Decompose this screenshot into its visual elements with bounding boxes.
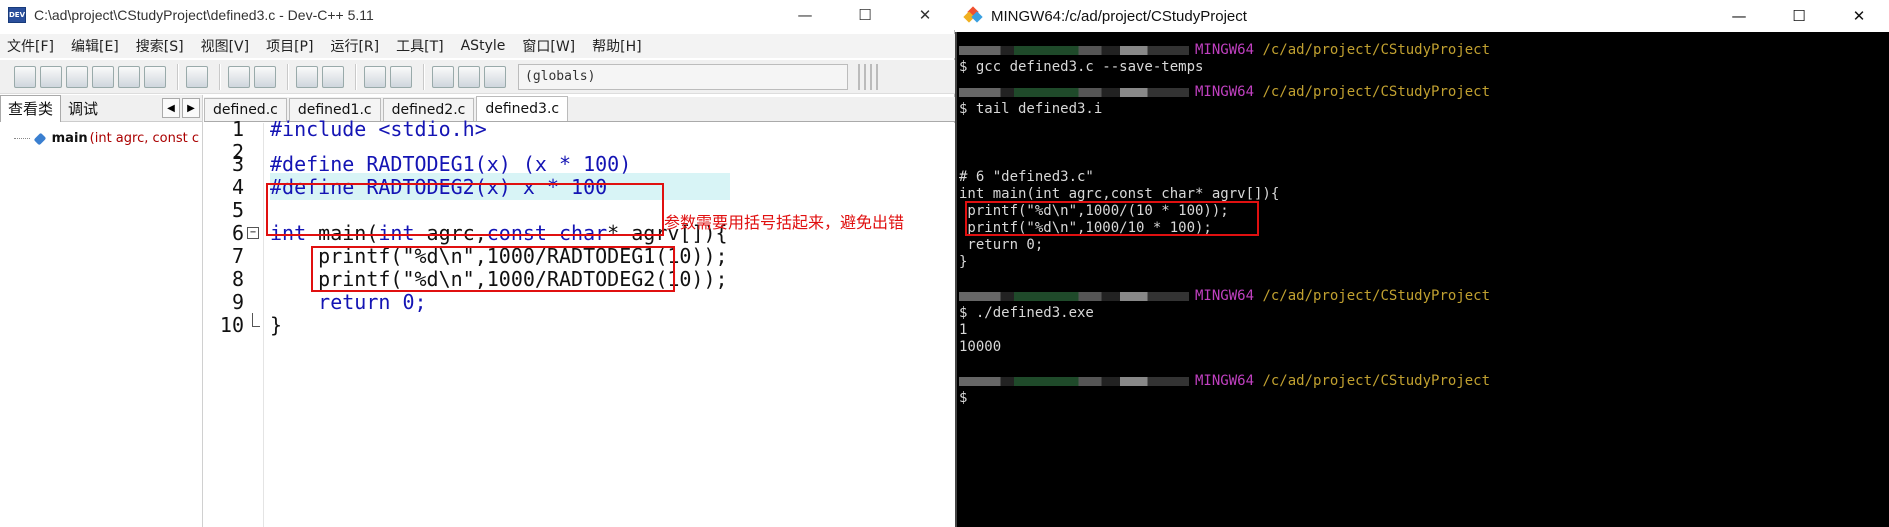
line-number: 6 [231,220,244,245]
menu-search[interactable]: 搜索[S] [136,36,184,56]
tab-class-view[interactable]: 查看类 [0,94,62,122]
save-icon[interactable] [66,65,88,88]
define-highlight-box [266,183,664,236]
line-number: 3 [231,151,244,176]
line-number: 10 [219,312,244,337]
open-file-icon[interactable] [40,65,62,88]
code-text: } [270,312,283,337]
maximize-icon[interactable]: ☐ [835,0,895,30]
prompt-line: MINGW64 /c/ad/project/CStudyProject [959,84,1490,101]
toolbar-grip [858,63,882,90]
terminal-line: 1 [959,322,968,338]
devcpp-app-icon: DEV [8,7,26,23]
menu-edit[interactable]: 编辑[E] [71,36,119,56]
line-number: 9 [231,289,244,314]
toolbar-separator [177,63,179,90]
menu-project[interactable]: 项目[P] [266,36,313,56]
line-number: 5 [231,197,244,222]
undo-icon[interactable] [228,65,250,88]
indent-icon[interactable] [364,65,386,88]
minimize-icon[interactable]: — [775,0,835,30]
close-icon[interactable]: ✕ [895,0,955,30]
terminal-window: MINGW64:/c/ad/project/CStudyProject — ☐ … [955,0,1889,527]
close-file-icon[interactable] [118,65,140,88]
fold-toggle-icon[interactable]: − [247,226,259,239]
tree-item-signature: (int agrc, const c [89,131,199,146]
terminal-line: } [959,254,968,270]
tree-item-name: main [51,131,88,146]
fold-end-marker [252,313,260,327]
terminal-line: $ gcc defined3.c --save-temps [959,59,1204,75]
terminal-line: # 6 "defined3.c" [959,169,1094,185]
redo-icon[interactable] [254,65,276,88]
terminal-line: return 0; [959,237,1044,253]
git-bash-icon [963,6,983,24]
save-all-icon[interactable] [92,65,114,88]
menubar: 文件[F] 编辑[E] 搜索[S] 视图[V] 项目[P] 运行[R] 工具[T… [0,34,955,58]
shield-icon[interactable] [484,65,506,88]
replace-icon[interactable] [322,65,344,88]
menu-view[interactable]: 视图[V] [201,36,250,56]
preprocessed-highlight-box [965,201,1259,236]
print-icon[interactable] [186,65,208,88]
tree-item-main[interactable]: main (int agrc, const c [14,131,199,146]
globals-select[interactable]: (globals) [518,63,848,90]
devcpp-titlebar[interactable]: DEV C:\ad\project\CStudyProject\defined3… [0,0,955,30]
code-text: #include <stdio.h> [270,116,487,141]
code-line: 10 } [204,311,955,338]
menu-file[interactable]: 文件[F] [7,36,54,56]
bookmark-forward-icon[interactable] [458,65,480,88]
toolbar-separator [355,63,357,90]
menu-astyle[interactable]: AStyle [461,38,506,54]
code-editor[interactable]: 1 #include <stdio.h> 2 3 #define RADTODE… [204,117,955,527]
line-number: 8 [231,266,244,291]
toolbar-separator [423,63,425,90]
toolbar-separator [219,63,221,90]
line-number: 1 [231,116,244,141]
terminal-line: $ [959,390,968,406]
close-icon[interactable]: ✕ [1829,0,1889,32]
prompt-line: MINGW64 /c/ad/project/CStudyProject [959,373,1490,390]
close-all-icon[interactable] [144,65,166,88]
terminal-window-title: MINGW64:/c/ad/project/CStudyProject [991,7,1247,25]
redacted-user-host [959,87,1189,97]
line-number: 4 [231,174,244,199]
chevron-right-icon[interactable]: ▶ [182,98,200,118]
code-text: #define RADTODEG1(x) (x * 100) [270,151,632,176]
devcpp-window-title: C:\ad\project\CStudyProject\defined3.c -… [34,7,374,23]
terminal-titlebar[interactable]: MINGW64:/c/ad/project/CStudyProject — ☐ … [955,0,1889,32]
unindent-icon[interactable] [390,65,412,88]
tree-connector [14,138,30,139]
tab-debug[interactable]: 调试 [61,95,105,122]
new-file-icon[interactable] [14,65,36,88]
terminal-line: $ tail defined3.i [959,101,1103,117]
menu-run[interactable]: 运行[R] [330,36,379,56]
redacted-user-host [959,45,1189,55]
class-browser-panel: 查看类 调试 ◀ ▶ main (int agrc, const c [0,94,203,527]
terminal-line: 10000 [959,339,1002,355]
redacted-user-host [959,376,1189,386]
terminal-line: $ ./defined3.exe [959,305,1094,321]
terminal-output[interactable]: MINGW64 /c/ad/project/CStudyProject $ gc… [955,32,1889,527]
maximize-icon[interactable]: ☐ [1769,0,1829,32]
menu-window[interactable]: 窗口[W] [522,36,575,56]
redacted-user-host [959,291,1189,301]
menu-tools[interactable]: 工具[T] [396,36,443,56]
function-icon [33,132,47,145]
prompt-line: MINGW64 /c/ad/project/CStudyProject [959,42,1490,59]
menu-help[interactable]: 帮助[H] [592,36,641,56]
line-number: 7 [231,243,244,268]
bookmark-back-icon[interactable] [432,65,454,88]
toolbar: (globals) [0,60,955,94]
toolbar-separator [287,63,289,90]
annotation-text: 参数需要用括号括起来，避免出错 [664,213,905,232]
minimize-icon[interactable]: — [1709,0,1769,32]
chevron-left-icon[interactable]: ◀ [162,98,180,118]
devcpp-window: DEV C:\ad\project\CStudyProject\defined3… [0,0,955,527]
code-text: return 0; [270,289,427,314]
find-icon[interactable] [296,65,318,88]
prompt-line: MINGW64 /c/ad/project/CStudyProject [959,288,1490,305]
printf-highlight-box [311,246,675,292]
